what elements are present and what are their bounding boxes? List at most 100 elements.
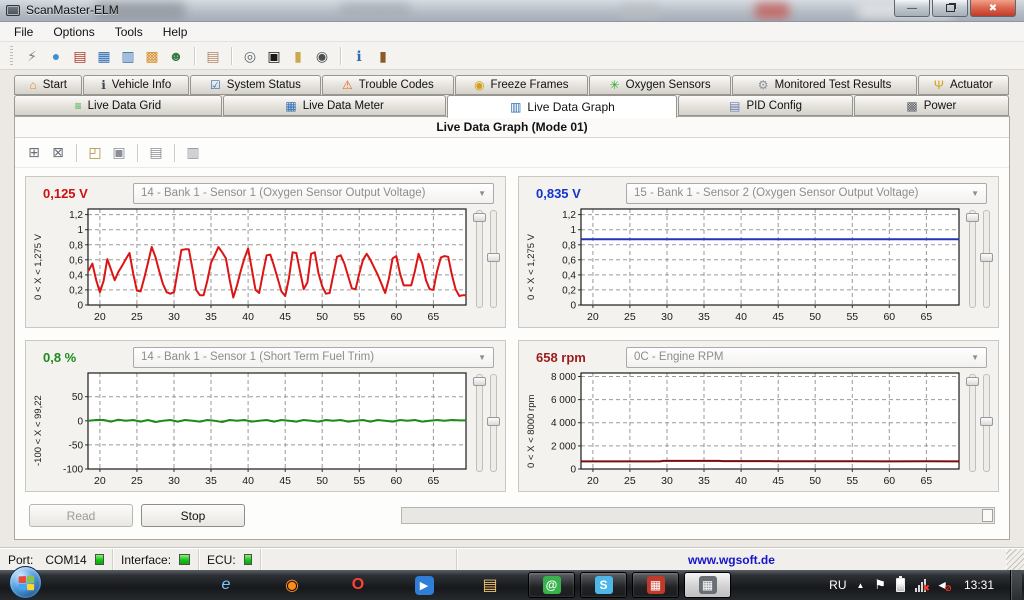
image-viewer-icon[interactable]: ▦ [632,572,679,598]
info-icon[interactable]: ℹ [348,45,370,67]
status-bar: Port: COM14 Interface: ECU: www.wgsoft.d… [0,548,1024,570]
pid-select[interactable]: 15 - Bank 1 - Sensor 2 (Oxygen Sensor Ou… [626,183,987,204]
offset-slider[interactable] [983,374,990,472]
offset-slider[interactable] [490,210,497,308]
svg-text:20: 20 [94,475,106,487]
website-link[interactable]: www.wgsoft.de [688,553,775,567]
menu-help[interactable]: Help [153,22,198,41]
tab-label: Actuator [950,79,993,91]
tab-trouble-codes[interactable]: ⚠Trouble Codes [322,75,454,95]
gauge-icon: ◉ [316,49,328,63]
tab-actuator[interactable]: ΨActuator [918,75,1009,95]
search-icon[interactable]: ◎ [239,45,261,67]
close-button[interactable]: ✖ [970,0,1016,17]
chart-sliders [470,370,500,492]
stop-button[interactable]: Stop [141,504,245,527]
scrollbar-thumb[interactable] [982,509,993,522]
tab-live-data-graph[interactable]: ▥Live Data Graph [447,95,677,118]
opera-icon[interactable]: O [346,573,370,597]
ie-icon[interactable]: e [214,573,238,597]
tab-freeze-frames[interactable]: ◉Freeze Frames [455,75,588,95]
tab-oxygen-sensors[interactable]: ✳Oxygen Sensors [589,75,732,95]
report-icon[interactable]: ▤ [69,45,91,67]
volume-muted-icon[interactable]: ◄ ⊘ [936,578,948,592]
scale-slider[interactable] [969,374,976,472]
pid-select[interactable]: 14 - Bank 1 - Sensor 1 (Oxygen Sensor Ou… [133,183,494,204]
document-icon: ▤ [729,100,740,112]
pid-select[interactable]: 0C - Engine RPM ▼ [626,347,987,368]
settings-window-icon[interactable]: ▩ [141,45,163,67]
web-icon: ● [52,49,60,63]
offset-slider[interactable] [983,210,990,308]
save-icon[interactable]: ▣ [108,142,130,164]
firefox-icon[interactable]: ◉ [280,573,304,597]
action-center-flag-icon[interactable]: ⚑ [874,577,886,593]
add-graph-icon[interactable]: ⊞ [23,142,45,164]
search-icon: ◎ [244,49,256,63]
interface-label: Interface: [121,553,171,567]
tab-pid-config[interactable]: ▤PID Config [678,95,852,116]
battery-icon[interactable] [896,578,905,592]
resize-grip [1006,549,1024,570]
chart-sliders [963,370,993,492]
open-icon[interactable]: ◰ [84,142,106,164]
graph-scrollbar[interactable] [401,507,995,524]
menu-file[interactable]: File [4,22,43,41]
svg-text:65: 65 [428,311,440,323]
print-icon[interactable]: ▤ [145,142,167,164]
exit-icon[interactable]: ▮ [372,45,394,67]
scale-slider[interactable] [969,210,976,308]
chart-icon[interactable]: ▥ [117,45,139,67]
scale-slider[interactable] [476,210,483,308]
status-spacer [261,549,457,570]
explorer-icon[interactable]: ▤ [478,573,502,597]
clipboard-icon[interactable]: ▤ [202,45,224,67]
tab-start[interactable]: ⌂Start [14,75,82,95]
menu-tools[interactable]: Tools [105,22,153,41]
remove-graph-icon[interactable]: ⊠ [47,142,69,164]
gear-icon: ⚙ [758,79,769,91]
ie-icon: e [222,576,231,594]
svg-text:60: 60 [883,311,895,323]
tab-vehicle-info[interactable]: ℹVehicle Info [83,75,189,95]
connect-icon[interactable]: ⚡ [21,45,43,67]
tray-expand-icon[interactable]: ▲ [857,581,865,590]
menu-options[interactable]: Options [43,22,104,41]
start-button[interactable] [9,566,42,599]
read-button[interactable]: Read [29,504,133,527]
network-icon[interactable]: ✖ [915,579,926,592]
svg-text:60: 60 [390,311,402,323]
main-toolbar: ⚡●▤▦▥▩☻▤◎▣▮◉ℹ▮ [0,42,1024,70]
tab-power[interactable]: ▩Power [854,95,1009,116]
web-icon[interactable]: ● [45,45,67,67]
language-indicator[interactable]: RU [829,578,846,592]
minimize-button[interactable]: — [894,0,930,17]
svg-text:30: 30 [661,311,673,323]
clock[interactable]: 13:31 [958,578,1000,592]
skype-icon[interactable]: S [580,572,627,598]
terminal-icon[interactable]: ▣ [263,45,285,67]
title-bar[interactable]: ScanMaster-ELM — ✖ [0,0,1024,22]
tab-live-data-meter[interactable]: ▦Live Data Meter [223,95,447,116]
print-export-icon[interactable]: ▥ [182,142,204,164]
gauge-icon[interactable]: ◉ [311,45,333,67]
tab-monitored-test-results[interactable]: ⚙Monitored Test Results [732,75,916,95]
port-value: COM14 [45,553,86,567]
svg-text:30: 30 [168,311,180,323]
scanmaster-taskbar-icon[interactable]: ▦ [684,572,731,598]
data-grid-icon[interactable]: ▦ [93,45,115,67]
interface-status-led [179,554,190,565]
tab-system-status[interactable]: ☑System Status [190,75,321,95]
media-player-icon[interactable]: ▶ [412,573,436,597]
svg-text:0: 0 [77,301,83,312]
scale-slider[interactable] [476,374,483,472]
battery-icon[interactable]: ▮ [287,45,309,67]
user-icon[interactable]: ☻ [165,45,187,67]
icq-icon[interactable]: @ [528,572,575,598]
svg-text:20: 20 [94,311,106,323]
tab-live-data-grid[interactable]: ≡Live Data Grid [14,95,222,116]
restore-button[interactable] [932,0,968,17]
pid-select[interactable]: 14 - Bank 1 - Sensor 1 (Short Term Fuel … [133,347,494,368]
offset-slider[interactable] [490,374,497,472]
show-desktop-button[interactable] [1010,570,1022,600]
